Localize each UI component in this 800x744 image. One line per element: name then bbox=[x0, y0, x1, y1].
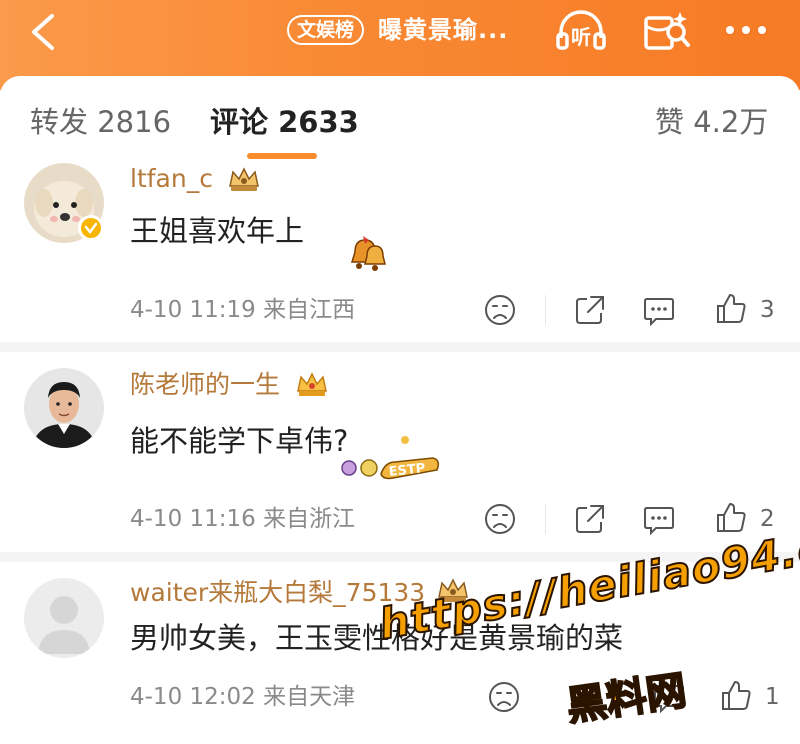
share-button[interactable] bbox=[573, 502, 607, 536]
frown-face-icon bbox=[489, 682, 519, 712]
share-icon bbox=[576, 296, 604, 324]
more-icon bbox=[726, 26, 766, 34]
bell-sticker-icon bbox=[345, 230, 389, 276]
verified-badge bbox=[78, 215, 104, 241]
frown-face-icon bbox=[485, 295, 515, 325]
headphones-icon: 听 bbox=[556, 10, 606, 50]
comment-meta: 4-10 11:19 来自江西 bbox=[130, 294, 355, 326]
divider bbox=[545, 504, 546, 534]
active-tab-indicator bbox=[247, 153, 317, 159]
comment-bubble-icon bbox=[644, 507, 674, 536]
comment-text: 男帅女美，王玉雯性格好是黄景瑜的菜 bbox=[130, 621, 624, 655]
like-count: 1 bbox=[765, 684, 780, 710]
tab-comment-count: 2633 bbox=[278, 105, 359, 139]
share-button[interactable] bbox=[573, 293, 607, 327]
tab-like-count: 4.2万 bbox=[693, 105, 769, 139]
divider bbox=[545, 295, 546, 325]
chevron-left-icon bbox=[32, 14, 54, 50]
username[interactable]: ltfan_c bbox=[130, 162, 213, 196]
section-separator bbox=[0, 342, 800, 352]
man-avatar-image bbox=[24, 368, 104, 448]
like-count: 3 bbox=[760, 297, 775, 323]
comment-location: 来自天津 bbox=[263, 684, 356, 710]
tab-bar: 转发 2816 评论 2633 赞 4.2万 bbox=[0, 76, 800, 160]
sticker-label: ESTP bbox=[388, 461, 426, 480]
comment-meta: 4-10 11:16 来自浙江 bbox=[130, 503, 355, 535]
like-button[interactable] bbox=[719, 678, 753, 712]
page-title: 曝黄景瑜... bbox=[378, 16, 509, 44]
dislike-button[interactable] bbox=[483, 502, 517, 536]
comment-text: 王姐喜欢年上 bbox=[130, 214, 305, 248]
listen-label: 听 bbox=[571, 25, 591, 49]
listen-button[interactable]: 听 bbox=[553, 8, 609, 52]
tab-repost[interactable]: 转发 2816 bbox=[30, 102, 171, 142]
thumbs-up-icon bbox=[717, 294, 746, 323]
default-avatar-icon bbox=[24, 578, 104, 658]
tab-repost-count: 2816 bbox=[97, 105, 172, 139]
comment-location: 来自浙江 bbox=[263, 506, 356, 532]
estp-sticker-badge: ESTP bbox=[333, 436, 445, 482]
crown-badge-icon bbox=[226, 164, 262, 194]
thumbs-up-icon bbox=[722, 681, 751, 710]
reply-button[interactable] bbox=[642, 293, 676, 327]
reply-button[interactable] bbox=[642, 502, 676, 536]
tab-repost-label: 转发 bbox=[30, 105, 89, 139]
dislike-button[interactable] bbox=[487, 680, 521, 714]
avatar[interactable] bbox=[24, 578, 104, 658]
comment-location: 来自江西 bbox=[263, 297, 356, 323]
like-button[interactable] bbox=[714, 291, 748, 325]
comment-time: 4-10 12:02 bbox=[130, 684, 256, 710]
tab-like-label: 赞 bbox=[655, 105, 685, 139]
tab-comment[interactable]: 评论 2633 bbox=[210, 102, 359, 142]
hot-list-tag[interactable]: 文娱榜 bbox=[287, 15, 365, 45]
username[interactable]: 陈老师的一生 bbox=[130, 368, 280, 402]
frown-face-icon bbox=[485, 504, 515, 534]
crown-badge-icon bbox=[294, 369, 330, 399]
verified-icon bbox=[81, 218, 101, 238]
tab-comment-label: 评论 bbox=[210, 105, 269, 139]
redpacket-search-button[interactable] bbox=[640, 8, 696, 52]
share-icon bbox=[576, 505, 604, 533]
back-button[interactable] bbox=[24, 10, 64, 54]
comment-bubble-icon bbox=[644, 298, 674, 327]
more-button[interactable] bbox=[718, 8, 774, 52]
tab-like[interactable]: 赞 4.2万 bbox=[655, 102, 768, 142]
comment-time: 4-10 11:16 bbox=[130, 506, 256, 532]
comment-text: 能不能学下卓伟? bbox=[130, 424, 349, 458]
comment-meta: 4-10 12:02 来自天津 bbox=[130, 681, 355, 713]
redpacket-search-icon bbox=[644, 12, 690, 50]
avatar[interactable] bbox=[24, 368, 104, 448]
thumbs-up-icon bbox=[717, 503, 746, 532]
like-button[interactable] bbox=[714, 500, 748, 534]
dislike-button[interactable] bbox=[483, 293, 517, 327]
comment-time: 4-10 11:19 bbox=[130, 297, 256, 323]
